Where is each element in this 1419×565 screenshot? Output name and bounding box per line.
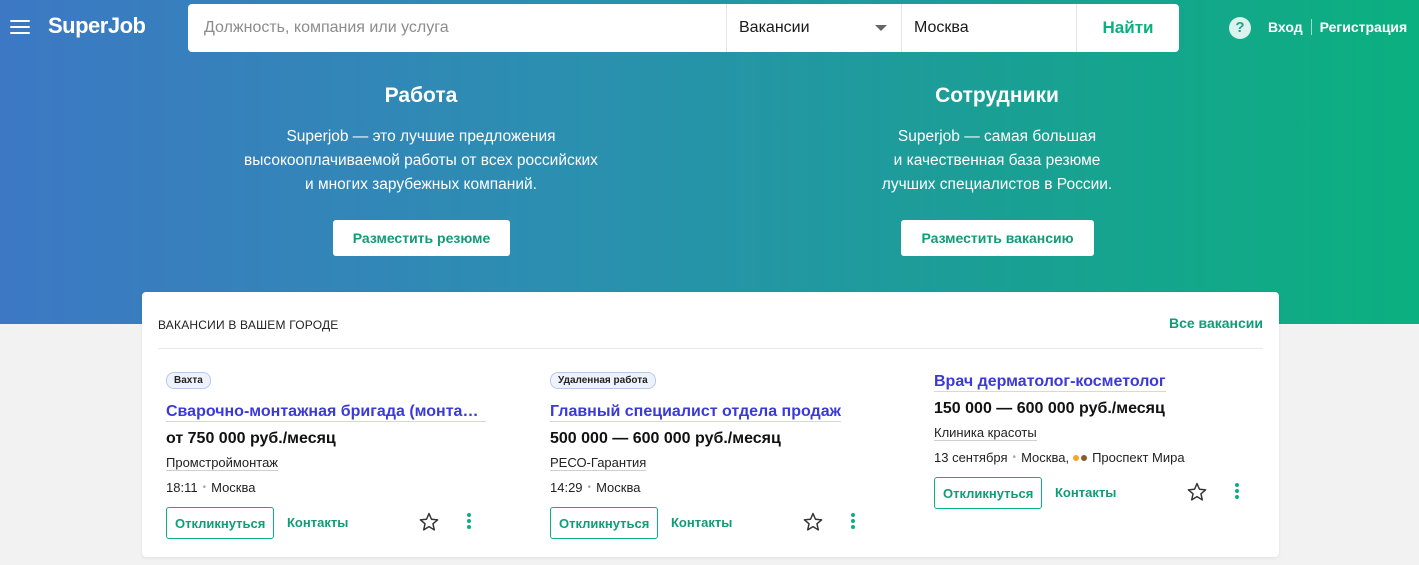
metro-line-brown-icon xyxy=(1081,454,1088,461)
employees-desc-line: лучших специалистов в России. xyxy=(881,176,1113,193)
star-icon[interactable] xyxy=(1186,481,1208,503)
search-type-select[interactable]: Вакансии xyxy=(726,4,901,52)
hero-banner: SuperJob Вакансии Москва Найти ? Вход Ре… xyxy=(0,0,1419,324)
vacancy-salary: 500 000 — 600 000 руб./месяц xyxy=(550,430,781,447)
vacancy-time: 14:29 xyxy=(550,480,583,495)
vacancy-metro: Проспект Мира xyxy=(1092,450,1185,465)
find-button[interactable]: Найти xyxy=(1076,4,1179,52)
vacancy-meta: 14:29 • Москва xyxy=(550,480,880,495)
contacts-link[interactable]: Контакты xyxy=(671,515,732,530)
vacancy-card: Вахта Сварочно-монтажная бригада (монтаж… xyxy=(166,370,496,539)
work-description: Superjob — это лучшие предложения высоко… xyxy=(201,125,641,197)
meta-separator: • xyxy=(1012,452,1017,463)
vacancy-city: Москва xyxy=(596,480,641,495)
city-field[interactable]: Москва xyxy=(901,4,1076,52)
meta-separator: • xyxy=(202,482,207,493)
respond-button[interactable]: Откликнуться xyxy=(166,507,275,539)
auth-divider xyxy=(1310,19,1312,35)
work-section: Работа Superjob — это лучшие предложения… xyxy=(201,84,641,197)
star-icon[interactable] xyxy=(802,511,824,533)
help-icon[interactable]: ? xyxy=(1229,17,1251,39)
respond-button[interactable]: Откликнуться xyxy=(934,477,1043,509)
vacancy-card: Врач дерматолог-косметолог 150 000 — 600… xyxy=(934,370,1264,509)
menu-icon[interactable] xyxy=(10,20,30,36)
contacts-link[interactable]: Контакты xyxy=(287,515,348,530)
vacancy-city: Москва xyxy=(211,480,256,495)
vacancy-salary: 150 000 — 600 000 руб./месяц xyxy=(934,400,1165,417)
top-bar: SuperJob Вакансии Москва Найти ? Вход Ре… xyxy=(0,0,1419,56)
more-options-icon[interactable] xyxy=(1232,483,1242,503)
panel-divider xyxy=(158,348,1263,349)
employees-section: Сотрудники Superjob — самая большая и ка… xyxy=(777,84,1217,197)
work-desc-line: Superjob — это лучшие предложения xyxy=(286,128,556,145)
search-type-value: Вакансии xyxy=(739,19,810,36)
all-vacancies-link[interactable]: Все вакансии xyxy=(1169,315,1263,331)
vacancy-time: 18:11 xyxy=(166,480,198,495)
superjob-logo[interactable]: SuperJob xyxy=(48,13,146,39)
work-desc-line: высокооплачиваемой работы от всех россий… xyxy=(244,152,598,169)
chevron-down-icon xyxy=(875,25,887,31)
vacancies-panel: ВАКАНСИИ В ВАШЕМ ГОРОДЕ Все вакансии Вах… xyxy=(142,292,1279,557)
meta-separator: • xyxy=(587,482,592,493)
contacts-link[interactable]: Контакты xyxy=(1055,485,1116,500)
vacancy-city: Москва, xyxy=(1021,450,1070,465)
vacancy-time: 13 сентября xyxy=(934,450,1008,465)
post-resume-button[interactable]: Разместить резюме xyxy=(333,220,510,256)
employees-desc-line: Superjob — самая большая xyxy=(897,128,1097,145)
employees-title: Сотрудники xyxy=(935,84,1059,107)
vacancy-meta: 13 сентября • Москва, Проспект Мира xyxy=(934,450,1264,465)
vacancy-actions: Откликнуться Контакты xyxy=(934,477,1264,509)
login-link[interactable]: Вход xyxy=(1268,19,1303,35)
vacancy-title-link[interactable]: Сварочно-монтажная бригада (монтажн… xyxy=(166,403,486,422)
metro-line-orange-icon xyxy=(1073,454,1080,461)
auth-links: Вход Регистрация xyxy=(1268,19,1407,35)
vacancy-actions: Откликнуться Контакты xyxy=(550,507,880,539)
search-bar: Вакансии Москва Найти xyxy=(188,4,1179,52)
work-desc-line: и многих зарубежных компаний. xyxy=(305,176,537,193)
vacancy-meta: 18:11 • Москва xyxy=(166,480,496,495)
vacancy-actions: Откликнуться Контакты xyxy=(166,507,496,539)
search-input[interactable] xyxy=(188,4,726,52)
star-icon[interactable] xyxy=(418,511,440,533)
vacancy-company-link[interactable]: РЕСО-Гарантия xyxy=(550,455,647,471)
vacancy-company-link[interactable]: Промстроймонтаж xyxy=(166,455,278,471)
post-vacancy-button[interactable]: Разместить вакансию xyxy=(901,220,1094,256)
vacancy-title-link[interactable]: Врач дерматолог-косметолог xyxy=(934,373,1166,392)
more-options-icon[interactable] xyxy=(848,513,858,533)
vacancies-heading: ВАКАНСИИ В ВАШЕМ ГОРОДЕ xyxy=(158,318,339,332)
vacancy-badge: Вахта xyxy=(166,372,211,389)
work-title: Работа xyxy=(384,84,458,107)
vacancy-title-link[interactable]: Главный специалист отдела продаж xyxy=(550,403,841,422)
vacancy-badge: Удаленная работа xyxy=(550,372,656,389)
vacancy-company-link[interactable]: Клиника красоты xyxy=(934,425,1037,441)
register-link[interactable]: Регистрация xyxy=(1320,19,1408,35)
employees-desc-line: и качественная база резюме xyxy=(893,152,1101,169)
more-options-icon[interactable] xyxy=(464,513,474,533)
city-value: Москва xyxy=(914,19,969,36)
vacancy-salary: от 750 000 руб./месяц xyxy=(166,430,336,447)
employees-description: Superjob — самая большая и качественная … xyxy=(777,125,1217,197)
respond-button[interactable]: Откликнуться xyxy=(550,507,659,539)
vacancy-card: Удаленная работа Главный специалист отде… xyxy=(550,370,880,539)
